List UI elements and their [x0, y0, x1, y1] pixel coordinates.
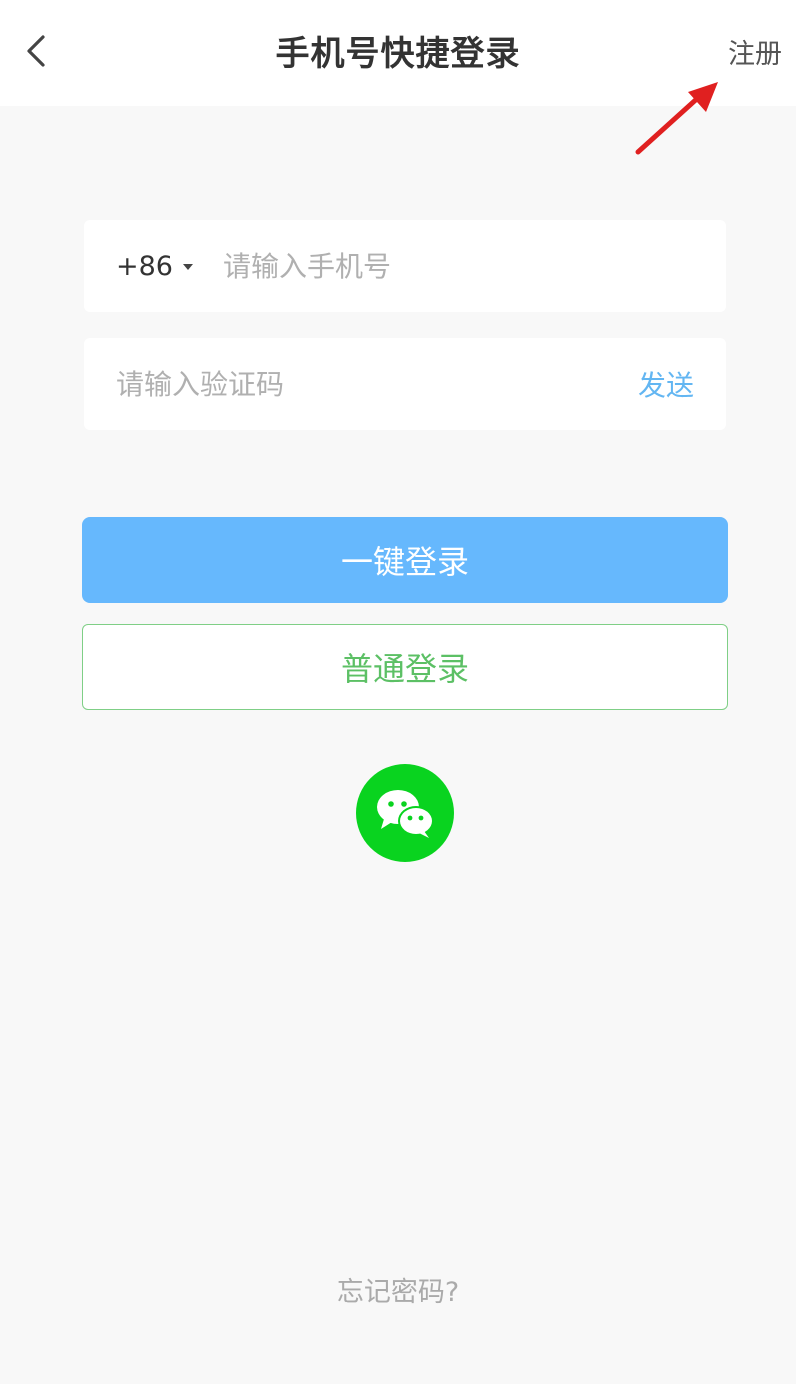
- country-code-value: +86: [116, 250, 173, 282]
- phone-input-card: +86: [84, 220, 726, 312]
- wechat-icon: [377, 790, 434, 838]
- page-title: 手机号快捷登录: [275, 34, 521, 74]
- country-code-selector[interactable]: +86: [116, 251, 193, 282]
- register-link[interactable]: 注册: [728, 32, 782, 71]
- caret-down-icon: [182, 264, 193, 270]
- header-bar: 手机号快捷登录 注册: [0, 0, 796, 106]
- forgot-password-link[interactable]: 忘记密码?: [0, 1270, 796, 1309]
- phone-number-input[interactable]: [222, 236, 683, 296]
- login-page: 手机号快捷登录 注册 +86 发送 一键登录 普通登录 忘记密码?: [0, 0, 796, 1384]
- one-click-login-button[interactable]: 一键登录: [82, 517, 728, 603]
- send-code-button[interactable]: 发送: [638, 364, 694, 404]
- normal-login-button[interactable]: 普通登录: [82, 624, 728, 710]
- verification-code-card: 发送: [84, 338, 726, 430]
- wechat-login-button[interactable]: [356, 764, 454, 862]
- verification-code-input[interactable]: [116, 354, 576, 414]
